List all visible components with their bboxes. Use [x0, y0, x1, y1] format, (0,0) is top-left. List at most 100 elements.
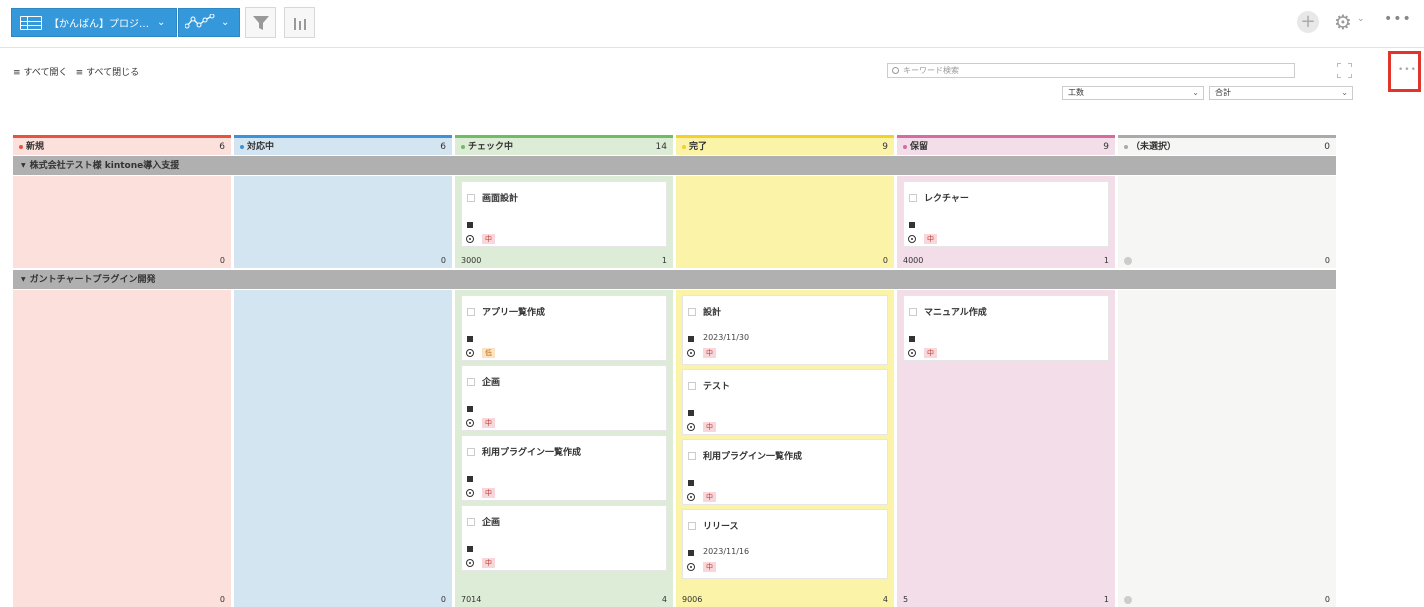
priority-icon — [908, 235, 916, 243]
gear-icon[interactable]: ⚙ — [1334, 11, 1352, 33]
card-checkbox[interactable] — [909, 194, 917, 202]
kanban-card[interactable]: テスト中 — [682, 369, 888, 435]
cell-total: 9006 — [682, 595, 703, 604]
view-selector-label: 【かんばん】プロジ… — [49, 19, 149, 30]
column-header[interactable]: チェック中 14 — [455, 135, 673, 155]
plus-icon[interactable] — [1124, 257, 1132, 265]
more-icon[interactable]: ••• — [1384, 11, 1412, 27]
column-header[interactable]: 対応中 6 — [234, 135, 452, 155]
view-selector[interactable]: 【かんばん】プロジ… ⌄ — [11, 8, 177, 37]
kanban-card[interactable]: マニュアル作成中 — [903, 295, 1109, 361]
calendar-icon — [467, 406, 473, 412]
cell-footer: 7014 4 — [455, 592, 673, 607]
column-count: 9 — [882, 142, 888, 152]
plus-icon[interactable] — [1124, 596, 1132, 604]
card-title: 企画 — [482, 518, 501, 528]
column-label: チェック中 — [468, 142, 514, 152]
collapse-all-link[interactable]: ≡ すべて閉じる — [76, 65, 140, 78]
kanban-card[interactable]: 画面設計中 — [461, 181, 667, 247]
card-checkbox[interactable] — [688, 452, 696, 460]
kanban-card[interactable]: アプリ一覧作成低 — [461, 295, 667, 361]
cell-footer: 51 — [897, 592, 1115, 607]
card-checkbox[interactable] — [909, 308, 917, 316]
column-header[interactable]: （未選択） 0 — [1118, 135, 1336, 155]
kanban-card[interactable]: リリース 2023/11/16 中 — [682, 509, 888, 579]
kanban-card[interactable]: 企画中 — [461, 505, 667, 571]
card-checkbox[interactable] — [467, 518, 475, 526]
priority-icon — [466, 489, 474, 497]
cell-total: 3000 — [461, 256, 482, 265]
card-checkbox[interactable] — [467, 378, 475, 386]
graph-button[interactable]: ⌄ — [178, 8, 240, 37]
card-checkbox[interactable] — [467, 308, 475, 316]
calendar-icon — [467, 336, 473, 342]
column-label: （未選択） — [1131, 142, 1177, 152]
expand-all-link[interactable]: ≡ すべて開く — [13, 65, 68, 78]
cell-count: 4 — [882, 595, 888, 604]
priority-icon — [466, 559, 474, 567]
cell-footer: 9006 4 — [676, 592, 894, 607]
kanban-card[interactable]: レクチャー中 — [903, 181, 1109, 247]
priority-icon — [466, 235, 474, 243]
kanban-cell: 設計 2023/11/30 中テスト中利用プラグイン一覧作成中リリース 2023/11… — [676, 290, 894, 607]
search-input[interactable]: キーワード検索 — [887, 63, 1295, 78]
cell-total: 7014 — [461, 595, 482, 604]
priority-badge: 中 — [924, 348, 937, 358]
filter-button[interactable] — [245, 7, 276, 38]
kanban-cell: 0 — [676, 176, 894, 268]
priority-icon — [687, 349, 695, 357]
cell-count: 0 — [219, 595, 225, 604]
swimlane-header[interactable]: ▼ 株式会社テスト様 kintone導入支援 — [13, 156, 1336, 175]
collapse-all-label: すべて閉じる — [86, 68, 140, 78]
triangle-down-icon[interactable]: ▼ — [21, 276, 26, 283]
kanban-card[interactable]: 設計 2023/11/30 中 — [682, 295, 888, 365]
kanban-card[interactable]: 利用プラグイン一覧作成中 — [682, 439, 888, 505]
priority-icon — [908, 349, 916, 357]
priority-icon — [687, 563, 695, 571]
column-count: 14 — [655, 142, 667, 152]
priority-icon — [466, 349, 474, 357]
cell-count: 1 — [1103, 595, 1109, 604]
calendar-icon — [467, 476, 473, 482]
graph-chart-button[interactable] — [284, 7, 315, 38]
card-title: 設計 — [703, 308, 722, 318]
more-icon: ••• — [1398, 65, 1417, 75]
kanban-card[interactable]: 利用プラグイン一覧作成中 — [461, 435, 667, 501]
fullscreen-icon[interactable] — [1337, 63, 1352, 78]
priority-badge: 中 — [482, 488, 495, 498]
calendar-icon — [909, 222, 915, 228]
column-header[interactable]: 新規 6 — [13, 135, 231, 155]
card-checkbox[interactable] — [467, 194, 475, 202]
card-title: 利用プラグイン一覧作成 — [703, 452, 803, 462]
column-count: 6 — [219, 142, 225, 152]
card-title: 画面設計 — [482, 194, 519, 204]
kanban-cell: 0 — [1118, 176, 1336, 268]
cell-footer: 4000 1 — [897, 253, 1115, 268]
cell-footer: 0 — [13, 592, 231, 607]
kanban-card[interactable]: 企画中 — [461, 365, 667, 431]
column-header[interactable]: 保留 9 — [897, 135, 1115, 155]
swimlane-header[interactable]: ▼ ガントチャートプラグイン開発 — [13, 270, 1336, 289]
kanban-cell: レクチャー中 4000 1 — [897, 176, 1115, 268]
calendar-icon — [688, 336, 694, 342]
calendar-icon — [909, 336, 915, 342]
column-count: 6 — [440, 142, 446, 152]
card-checkbox[interactable] — [467, 448, 475, 456]
column-header[interactable]: 完了 9 — [676, 135, 894, 155]
field-select[interactable]: 工数 ⌄ — [1062, 86, 1204, 100]
card-checkbox[interactable] — [688, 308, 696, 316]
cell-count: 4 — [661, 595, 667, 604]
card-checkbox[interactable] — [688, 382, 696, 390]
chevron-down-icon: ⌄ — [157, 17, 166, 28]
triangle-down-icon[interactable]: ▼ — [21, 162, 26, 169]
aggregate-select[interactable]: 合計 ⌄ — [1209, 86, 1353, 100]
chevron-down-icon: ⌄ — [221, 17, 230, 28]
chevron-down-icon: ⌄ — [1357, 14, 1365, 24]
kanban-cell: 0 — [1118, 290, 1336, 607]
card-title: マニュアル作成 — [924, 308, 987, 318]
plus-icon[interactable]: + — [1297, 11, 1319, 33]
filter-icon — [252, 15, 269, 30]
priority-badge: 中 — [482, 418, 495, 428]
card-checkbox[interactable] — [688, 522, 696, 530]
highlighted-more-button[interactable]: ••• — [1388, 51, 1421, 92]
